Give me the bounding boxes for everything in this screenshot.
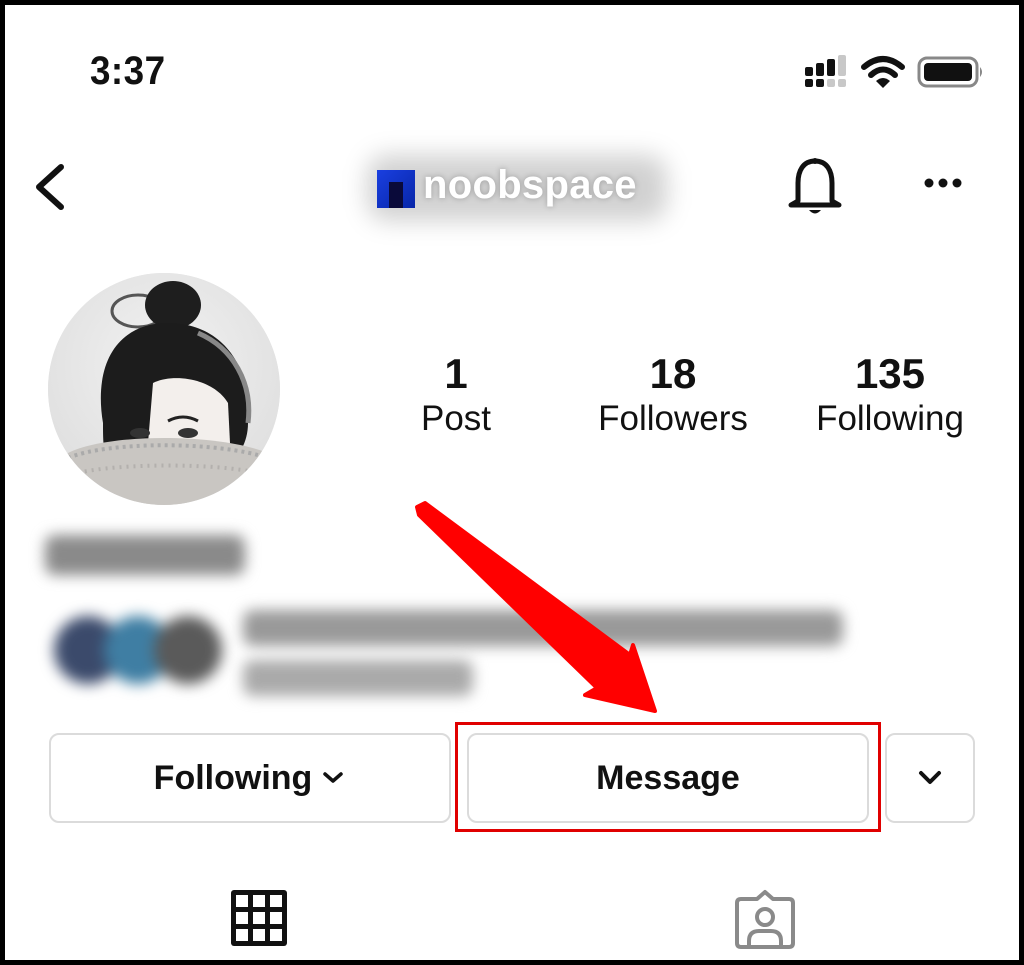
stat-posts-label: Post [420, 399, 492, 438]
tagged-person-icon [735, 890, 795, 949]
message-button-label: Message [596, 758, 740, 797]
notifications-button[interactable] [785, 155, 845, 221]
cellular-signal-icon [805, 55, 846, 87]
stat-following-label: Following [816, 399, 964, 438]
stat-followers-label: Followers [598, 399, 748, 438]
brand-logo-icon [377, 170, 415, 208]
stat-followers-count: 18 [649, 350, 697, 397]
status-icons [802, 55, 987, 95]
following-button[interactable]: Following [49, 733, 451, 823]
stat-following-count: 135 [854, 350, 926, 397]
battery-icon [917, 56, 982, 88]
profile-screen: 3:37 noobspace 1 Post 18 Followers 135 F… [5, 5, 1019, 960]
profile-photo [48, 273, 280, 505]
wifi-icon [861, 56, 905, 88]
message-button[interactable]: Message [467, 733, 869, 823]
grid-icon [231, 890, 287, 946]
following-button-label: Following [153, 758, 313, 797]
mutual-followers-text-blurred[interactable] [243, 610, 843, 646]
status-time: 3:37 [90, 49, 166, 93]
tab-posts-grid[interactable] [230, 889, 288, 947]
username-text: noobspace [423, 163, 637, 207]
chevron-down-icon [323, 772, 344, 783]
more-horizontal-icon [924, 178, 962, 188]
bell-icon [788, 158, 842, 214]
stat-posts[interactable]: 1 Post [395, 351, 517, 441]
chevron-down-icon [919, 771, 941, 784]
mutual-followers-text-blurred-2[interactable] [243, 660, 473, 696]
tab-tagged[interactable] [733, 889, 797, 951]
more-options-button[interactable] [920, 165, 970, 205]
avatar[interactable] [48, 273, 280, 505]
back-button[interactable] [27, 157, 77, 217]
chevron-left-icon [36, 164, 64, 210]
suggested-accounts-button[interactable] [885, 733, 975, 823]
stat-followers[interactable]: 18 Followers [583, 351, 763, 441]
profile-username: noobspace [367, 155, 667, 221]
stat-posts-count: 1 [444, 350, 468, 397]
bio-name-blurred [45, 535, 245, 575]
mutual-followers-avatars[interactable] [50, 605, 225, 695]
stat-following[interactable]: 135 Following [800, 351, 980, 441]
